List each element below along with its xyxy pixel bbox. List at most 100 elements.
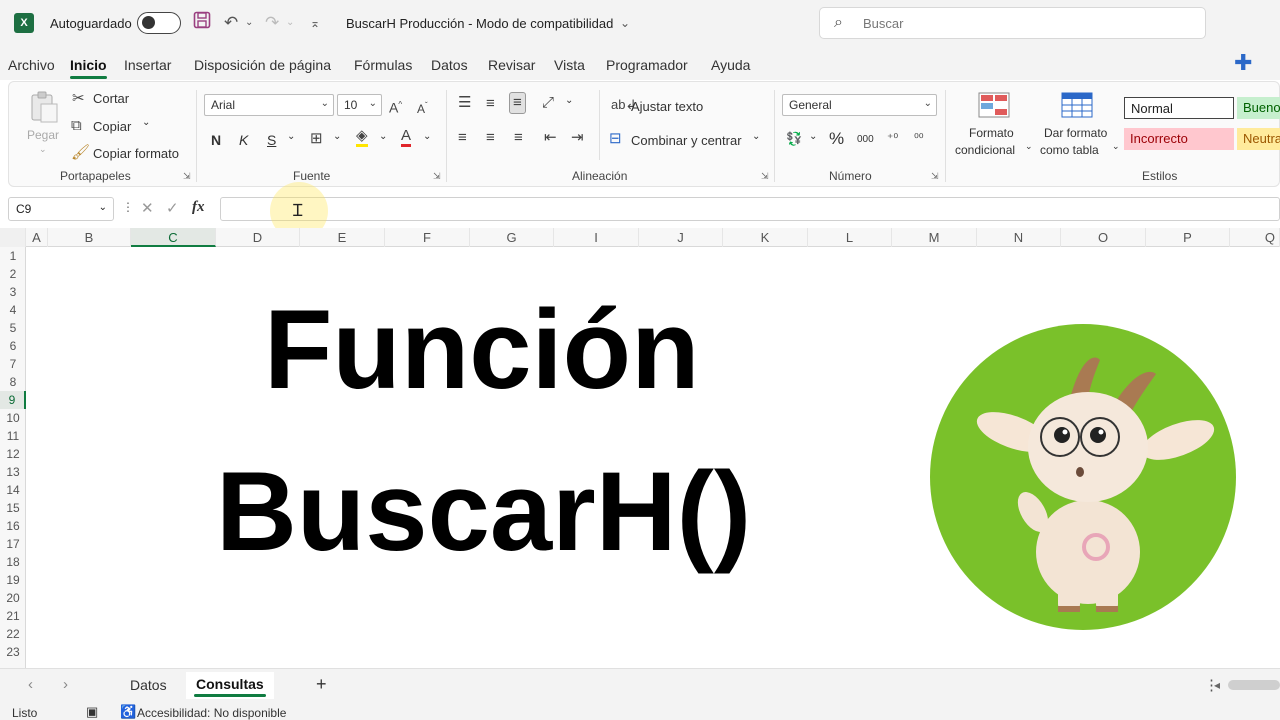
clipboard-launcher-icon[interactable]: ⇲	[183, 171, 191, 182]
bold-button[interactable]: N	[211, 132, 221, 148]
align-bottom-icon[interactable]: ≡	[509, 92, 526, 114]
tab-programador[interactable]: Programador	[606, 57, 688, 73]
column-header-selected[interactable]: C	[131, 228, 216, 247]
row-header[interactable]: 5	[0, 319, 26, 337]
font-launcher-icon[interactable]: ⇲	[433, 171, 441, 182]
column-header[interactable]: M	[892, 228, 977, 247]
decrease-decimal-icon[interactable]: ⁰⁰	[914, 129, 924, 147]
tab-ayuda[interactable]: Ayuda	[711, 57, 750, 73]
row-header[interactable]: 17	[0, 535, 26, 553]
title-chevron-down-icon[interactable]: ⌄	[620, 11, 630, 35]
macro-record-icon[interactable]: ▣	[86, 704, 98, 720]
column-header[interactable]: P	[1146, 228, 1230, 247]
undo-dropdown-icon[interactable]: ⌄	[245, 11, 253, 35]
select-all-button[interactable]	[0, 228, 26, 247]
name-box[interactable]: C9 ⌄	[8, 197, 114, 221]
increase-font-icon[interactable]: A^	[389, 96, 402, 117]
accounting-format-icon[interactable]: 💱	[786, 130, 802, 148]
tab-formulas[interactable]: Fórmulas	[354, 57, 412, 73]
column-header[interactable]: B	[48, 228, 131, 247]
row-header[interactable]: 20	[0, 589, 26, 607]
style-bad[interactable]: Incorrecto	[1124, 128, 1234, 150]
enter-icon[interactable]: ✓	[166, 199, 179, 217]
insert-function-button[interactable]: fx	[192, 199, 205, 216]
row-header[interactable]: 19	[0, 571, 26, 589]
borders-icon[interactable]: ⊞	[310, 130, 323, 148]
row-header[interactable]: 18	[0, 553, 26, 571]
row-header[interactable]: 22	[0, 625, 26, 643]
paste-button[interactable]: Pegar ⌄	[23, 88, 63, 158]
decrease-indent-icon[interactable]: ⇤	[544, 129, 557, 147]
accessibility-status[interactable]: Accesibilidad: No disponible	[137, 706, 286, 720]
align-center-icon[interactable]: ≡	[486, 129, 495, 147]
more-options-icon[interactable]: ⋮	[122, 200, 134, 214]
conditional-format-button[interactable]: Formato condicional ⌄	[953, 88, 1033, 160]
column-header[interactable]: I	[554, 228, 639, 247]
row-header[interactable]: 16	[0, 517, 26, 535]
merge-center-button[interactable]: Combinar y centrar	[631, 133, 742, 148]
row-header[interactable]: 1	[0, 247, 26, 265]
row-header[interactable]: 8	[0, 373, 26, 391]
sheet-tab-consultas[interactable]: Consultas	[186, 672, 274, 699]
align-middle-icon[interactable]: ≡	[486, 95, 495, 113]
row-header-selected[interactable]: 9	[0, 391, 26, 409]
row-header[interactable]: 4	[0, 301, 26, 319]
autosave-toggle[interactable]	[137, 12, 181, 34]
document-title[interactable]: BuscarH Producción - Modo de compatibili…	[346, 16, 613, 31]
column-header[interactable]: J	[639, 228, 723, 247]
accounting-dropdown-icon[interactable]: ⌄	[809, 131, 817, 142]
tab-disposicion[interactable]: Disposición de página	[194, 57, 331, 73]
font-size-select[interactable]: 10 ⌄	[337, 94, 382, 116]
increase-indent-icon[interactable]: ⇥	[571, 129, 584, 147]
add-in-icon[interactable]: ✚	[1234, 50, 1252, 76]
style-normal[interactable]: Normal	[1124, 97, 1234, 119]
italic-button[interactable]: K	[239, 132, 248, 148]
tab-datos[interactable]: Datos	[431, 57, 468, 73]
redo-icon[interactable]: ↷	[265, 11, 279, 35]
alignment-launcher-icon[interactable]: ⇲	[761, 171, 769, 182]
column-header[interactable]: K	[723, 228, 808, 247]
row-header[interactable]: 6	[0, 337, 26, 355]
percent-button[interactable]: %	[829, 129, 844, 149]
tab-archivo[interactable]: Archivo	[8, 57, 55, 73]
column-header[interactable]: D	[216, 228, 300, 247]
formula-input[interactable]	[220, 197, 1280, 221]
copy-button[interactable]: Copiar	[93, 119, 131, 134]
align-left-icon[interactable]: ≡	[458, 129, 467, 147]
cancel-icon[interactable]: ✕	[141, 199, 154, 217]
sheet-tab-datos[interactable]: Datos	[130, 677, 167, 693]
wrap-text-button[interactable]: Ajustar texto	[631, 99, 703, 114]
number-format-select[interactable]: General ⌄	[782, 94, 937, 116]
tab-revisar[interactable]: Revisar	[488, 57, 535, 73]
scroll-left-icon[interactable]: ◂	[1214, 678, 1220, 692]
thousands-button[interactable]: 000	[857, 134, 874, 145]
column-header[interactable]: Q	[1230, 228, 1280, 247]
tab-inicio[interactable]: Inicio	[70, 57, 107, 79]
column-header[interactable]: N	[977, 228, 1061, 247]
font-color-icon[interactable]: A	[401, 128, 412, 147]
number-launcher-icon[interactable]: ⇲	[931, 171, 939, 182]
row-header[interactable]: 15	[0, 499, 26, 517]
style-neutral[interactable]: Neutral	[1237, 128, 1280, 150]
borders-dropdown-icon[interactable]: ⌄	[333, 131, 341, 142]
prev-sheet-icon[interactable]: ‹	[28, 676, 33, 693]
font-color-dropdown-icon[interactable]: ⌄	[423, 131, 431, 142]
column-header[interactable]: L	[808, 228, 892, 247]
row-header[interactable]: 10	[0, 409, 26, 427]
underline-dropdown-icon[interactable]: ⌄	[287, 131, 295, 142]
tab-vista[interactable]: Vista	[554, 57, 585, 73]
row-header[interactable]: 7	[0, 355, 26, 373]
fill-dropdown-icon[interactable]: ⌄	[379, 131, 387, 142]
style-good[interactable]: Bueno	[1237, 97, 1280, 119]
column-header[interactable]: O	[1061, 228, 1146, 247]
row-header[interactable]: 2	[0, 265, 26, 283]
column-header[interactable]: A	[26, 228, 48, 247]
font-name-select[interactable]: Arial ⌄	[204, 94, 334, 116]
format-painter-button[interactable]: Copiar formato	[93, 146, 179, 161]
next-sheet-icon[interactable]: ›	[63, 676, 68, 693]
row-header[interactable]: 23	[0, 643, 26, 661]
row-header[interactable]: 12	[0, 445, 26, 463]
column-header[interactable]: G	[470, 228, 554, 247]
search-box[interactable]: ⌕ Buscar	[819, 7, 1206, 39]
undo-icon[interactable]: ↶	[224, 11, 238, 35]
